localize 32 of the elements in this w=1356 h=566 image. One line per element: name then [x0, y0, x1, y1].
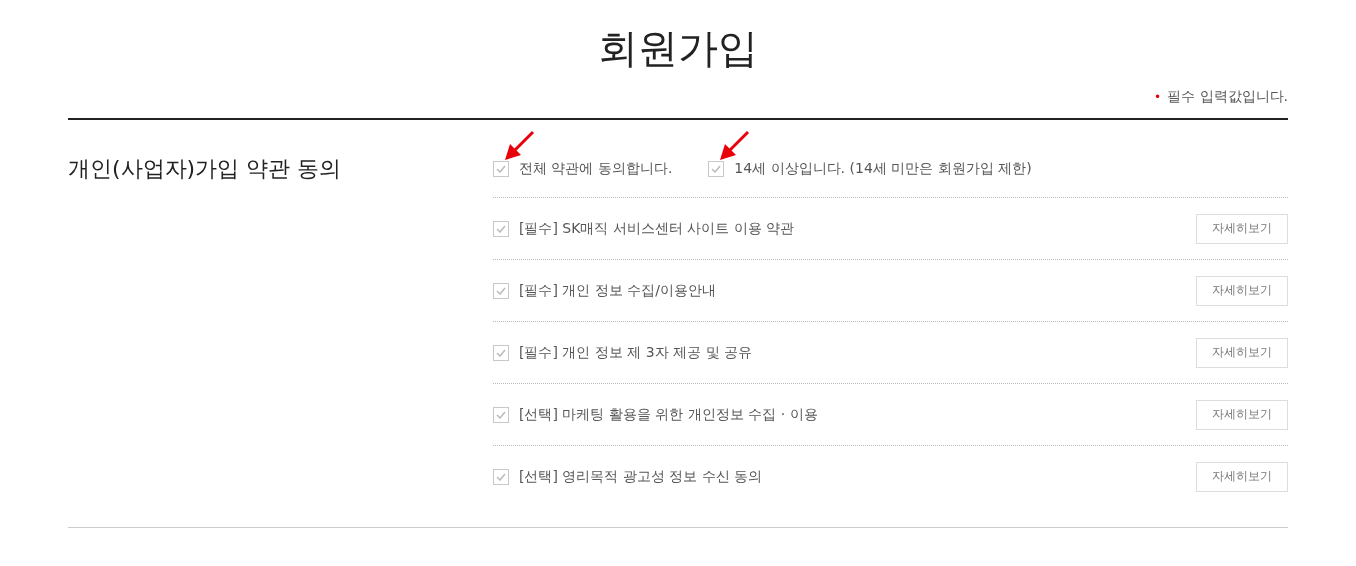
details-button[interactable]: 자세히보기	[1196, 399, 1288, 430]
checkbox-label: [필수] SK매직 서비스센터 사이트 이용 약관	[519, 219, 795, 238]
details-button[interactable]: 자세히보기	[1196, 461, 1288, 492]
checkbox-label: 14세 이상입니다. (14세 미만은 회원가입 제한)	[734, 160, 1032, 178]
checkbox[interactable]	[493, 344, 509, 361]
check-icon	[496, 410, 506, 419]
checkbox[interactable]	[493, 468, 509, 485]
checkbox[interactable]	[493, 406, 509, 423]
checkbox[interactable]	[493, 220, 509, 237]
details-button[interactable]: 자세히보기	[1196, 337, 1288, 368]
arrow-icon	[718, 130, 751, 162]
check-icon	[496, 348, 506, 357]
check-icon	[496, 286, 506, 295]
details-button[interactable]: 자세히보기	[1196, 213, 1288, 244]
checkbox-label: [필수] 개인 정보 수집/이용안내	[519, 281, 716, 300]
required-mark: •	[1154, 90, 1162, 104]
check-icon	[496, 165, 506, 173]
arrow-icon	[503, 130, 535, 162]
checkbox[interactable]	[708, 161, 725, 177]
check-icon	[711, 165, 722, 173]
checkbox-label: [선택] 마케팅 활용을 위한 개인정보 수집 · 이용	[519, 405, 818, 424]
checkbox[interactable]	[493, 282, 509, 299]
required-note: 필수 입력값입니다.	[1167, 88, 1288, 106]
details-button[interactable]: 자세히보기	[1196, 275, 1288, 306]
checkbox[interactable]	[493, 161, 509, 177]
page-title: 회원가입	[597, 24, 759, 73]
checkbox-label: 전체 약관에 동의합니다.	[519, 160, 673, 178]
check-icon	[496, 472, 506, 481]
checkbox-label: [선택] 영리목적 광고성 정보 수신 동의	[519, 467, 763, 486]
section-heading: 개인(사업자)가입 약관 동의	[68, 155, 343, 183]
check-icon	[496, 224, 506, 233]
checkbox-label: [필수] 개인 정보 제 3자 제공 및 공유	[519, 343, 752, 362]
